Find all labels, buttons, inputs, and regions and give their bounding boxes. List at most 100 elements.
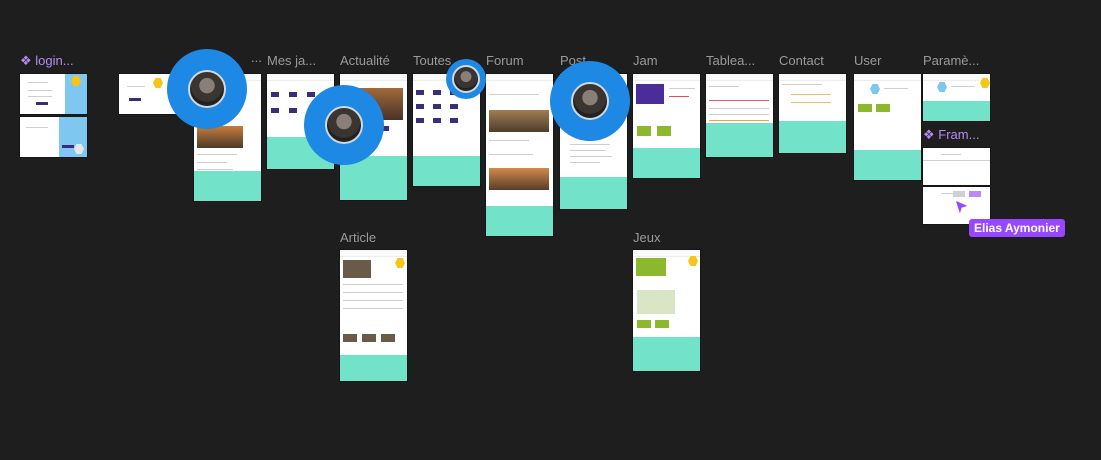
frame-component-1[interactable] — [923, 148, 990, 185]
collaborator-avatar-3[interactable] — [446, 59, 486, 99]
frame-contact[interactable] — [779, 74, 846, 153]
frame-footer — [706, 123, 773, 157]
text-line — [28, 82, 48, 83]
text-line — [669, 96, 689, 97]
game-card — [450, 104, 458, 109]
text-line — [884, 88, 908, 89]
text-line — [951, 86, 975, 87]
login-frame-2[interactable] — [20, 117, 87, 157]
game-card — [307, 92, 315, 97]
frame-header — [923, 74, 990, 81]
logo-hex — [688, 256, 698, 266]
game-banner — [636, 258, 666, 276]
text-line — [197, 154, 237, 155]
login-button — [62, 145, 74, 148]
table-row — [709, 108, 769, 109]
frame-label-parametres[interactable]: Paramè... — [923, 53, 993, 68]
text-line — [197, 162, 227, 163]
login-frame-1[interactable] — [20, 74, 87, 114]
frame-tableau[interactable] — [706, 74, 773, 157]
frame-label-tableau[interactable]: Tablea... — [706, 53, 772, 68]
text-line — [28, 96, 52, 97]
avatar-photo — [188, 70, 226, 108]
article-thumb — [381, 334, 395, 342]
text-line — [489, 140, 529, 141]
user-avatar-hex — [870, 84, 880, 94]
frame-label-truncated[interactable]: ... — [251, 50, 265, 65]
jam-card — [657, 126, 671, 136]
login-button — [129, 98, 141, 101]
text-line — [570, 156, 612, 157]
avatar-photo — [452, 65, 480, 93]
text-line — [343, 284, 403, 285]
frame-label-user[interactable]: User — [854, 53, 920, 68]
table-row — [709, 100, 769, 101]
collaborator-avatar-1[interactable] — [167, 49, 247, 129]
avatar-photo — [325, 106, 363, 144]
frame-parametres[interactable] — [923, 74, 990, 121]
game-card — [637, 320, 651, 328]
frame-label-actualite[interactable]: Actualité — [340, 53, 406, 68]
article-image — [343, 260, 371, 278]
table-row — [709, 114, 769, 115]
game-card — [289, 108, 297, 113]
text-line — [343, 300, 403, 301]
dropdown-box — [969, 191, 981, 197]
frame-article[interactable] — [340, 250, 407, 381]
frame-footer — [923, 101, 990, 121]
jam-card — [637, 126, 651, 136]
text-line — [570, 144, 610, 145]
frame-label-mes-jeux[interactable]: Mes ja... — [267, 53, 329, 68]
collaborator-avatar-2[interactable] — [304, 85, 384, 165]
frame-footer — [194, 171, 261, 201]
collaborator-name-tag: Elias Aymonier — [969, 219, 1065, 237]
frame-label-contact[interactable]: Contact — [779, 53, 845, 68]
game-card — [416, 104, 424, 109]
frame-component-label[interactable]: ❖ Fram... — [923, 127, 993, 143]
logo-hex — [395, 258, 405, 268]
form-field — [791, 102, 831, 103]
game-card — [289, 92, 297, 97]
frame-jeux[interactable] — [633, 250, 700, 371]
frame-footer — [633, 148, 700, 178]
frame-header — [706, 74, 773, 81]
game-map — [637, 290, 675, 314]
text-line — [570, 162, 600, 163]
text-line — [197, 169, 233, 170]
user-card — [876, 104, 890, 112]
text-line — [941, 154, 961, 155]
frame-label-jam[interactable]: Jam — [633, 53, 699, 68]
frame-label-jeux[interactable]: Jeux — [633, 230, 699, 245]
collaborator-avatar-4[interactable] — [550, 61, 630, 141]
frame-footer — [340, 355, 407, 381]
avatar-photo — [571, 82, 609, 120]
text-line — [26, 127, 48, 128]
text-line — [570, 150, 606, 151]
form-field — [791, 94, 831, 95]
text-line — [28, 90, 52, 91]
article-thumb — [343, 334, 357, 342]
frame-label-article[interactable]: Article — [340, 230, 406, 245]
login-component-label[interactable]: ❖ login... — [20, 53, 86, 69]
login-button — [36, 102, 48, 105]
text-line — [127, 86, 145, 87]
text-line — [489, 154, 533, 155]
frame-label-forum[interactable]: Forum — [486, 53, 552, 68]
hero-image — [197, 126, 243, 148]
game-card — [271, 92, 279, 97]
collaborator-cursor-icon — [954, 199, 971, 216]
text-line — [709, 86, 739, 87]
text-line — [669, 88, 695, 89]
game-card — [450, 118, 458, 123]
forum-image — [489, 168, 549, 190]
logo-hex — [153, 78, 163, 88]
frame-user[interactable] — [854, 74, 921, 180]
text-line — [343, 308, 403, 309]
frame-forum[interactable] — [486, 74, 553, 236]
dropdown-box — [953, 191, 965, 197]
forum-image — [489, 110, 549, 132]
frame-header — [486, 74, 553, 81]
frame-header — [633, 250, 700, 257]
frame-jam[interactable] — [633, 74, 700, 178]
frame-header — [633, 74, 700, 81]
